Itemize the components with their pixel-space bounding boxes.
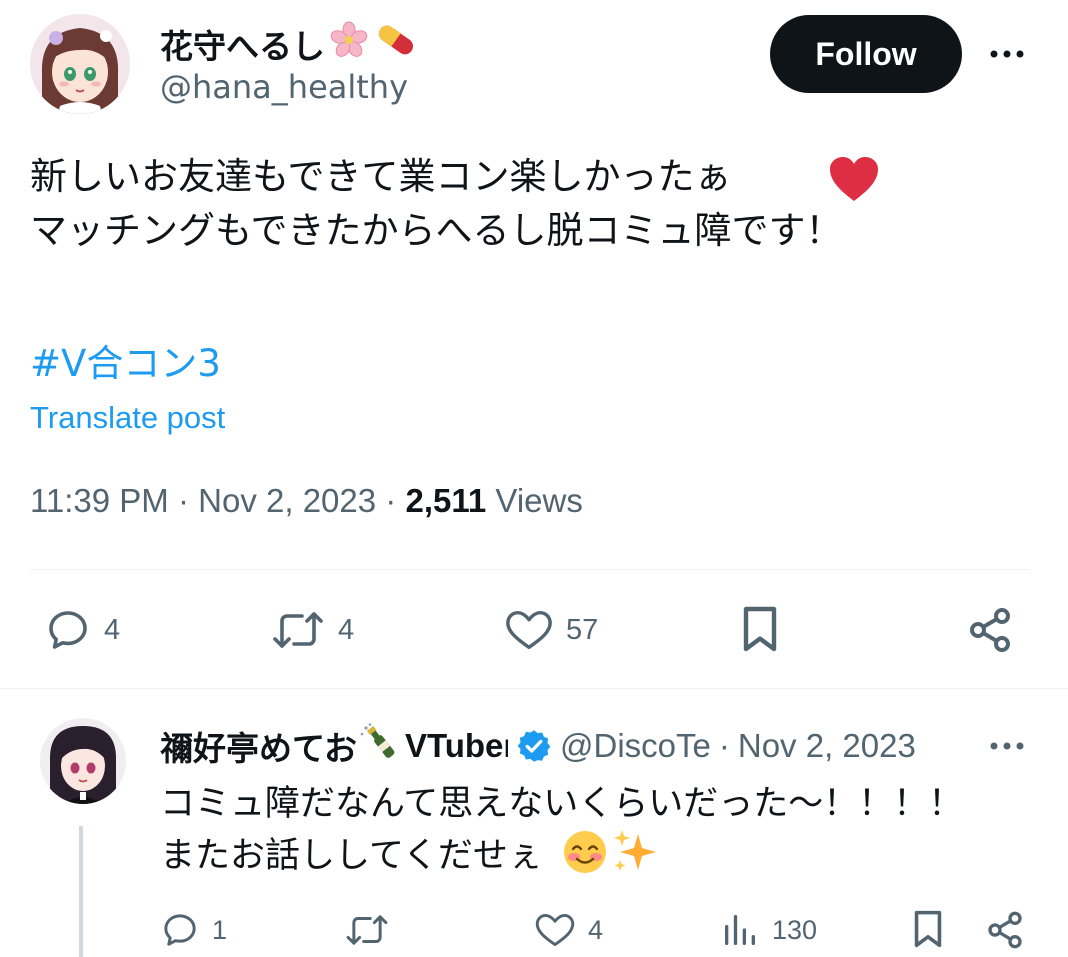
reply-count: 4 bbox=[104, 613, 121, 646]
reply-icon bbox=[44, 606, 92, 654]
repost-icon bbox=[344, 910, 390, 950]
divider bbox=[0, 688, 1068, 689]
reply-author-name-suffix: VTuber bbox=[405, 727, 508, 764]
pill-icon bbox=[373, 20, 419, 68]
tweet-text: 新しいお友達もできて業コン楽しかったぁ マッチングもできたからへるし脱コミュ障で… bbox=[30, 150, 1040, 258]
author-display-name[interactable]: 花守へるし bbox=[160, 20, 419, 68]
bookmark-button[interactable] bbox=[738, 604, 782, 654]
author-name-text: 花守へるし bbox=[160, 27, 325, 66]
reply-like-button[interactable]: 4 bbox=[534, 910, 603, 950]
views-label: Views bbox=[495, 482, 583, 519]
sparkles-icon bbox=[612, 828, 658, 878]
reply-reply-button[interactable]: 1 bbox=[160, 910, 227, 950]
champagne-icon bbox=[359, 722, 403, 770]
verified-badge-icon bbox=[516, 728, 552, 764]
views-count: 2,511 bbox=[405, 482, 487, 519]
heart-icon bbox=[504, 606, 554, 654]
tweet-date[interactable]: Nov 2, 2023 bbox=[198, 482, 376, 519]
divider bbox=[30, 569, 1030, 570]
meta-separator: · bbox=[385, 482, 406, 519]
repost-count: 4 bbox=[338, 613, 355, 646]
author-handle[interactable]: @hana_healthy bbox=[160, 68, 408, 106]
reply-icon bbox=[160, 910, 200, 950]
reply-bookmark-button[interactable] bbox=[910, 908, 946, 950]
reply-author-handle[interactable]: @DiscoTe bbox=[560, 727, 711, 765]
bookmark-icon bbox=[738, 604, 782, 654]
meta-separator: · bbox=[177, 482, 199, 519]
reply-author-name-text: 禰好亭めてお bbox=[160, 729, 358, 768]
reply-author-avatar[interactable] bbox=[40, 718, 126, 804]
tweet-meta: 11:39 PM · Nov 2, 2023 · 2,511 Views bbox=[30, 482, 583, 520]
meta-separator: · bbox=[718, 727, 730, 764]
author-avatar[interactable] bbox=[30, 14, 130, 114]
reply-reply-count: 1 bbox=[212, 914, 228, 945]
heart-icon bbox=[534, 910, 576, 950]
share-button[interactable] bbox=[966, 606, 1014, 654]
reply-like-count: 4 bbox=[588, 914, 604, 945]
views-bar-chart-icon bbox=[720, 910, 760, 950]
reply-date[interactable]: Nov 2, 2023 bbox=[738, 727, 916, 765]
reply-repost-button[interactable] bbox=[344, 910, 402, 950]
reply-views-button[interactable]: 130 bbox=[720, 910, 817, 950]
reply-author-display-name[interactable]: 禰好亭めてお VTuber bbox=[160, 722, 508, 770]
heart-emoji-icon bbox=[828, 155, 880, 207]
tweet-time[interactable]: 11:39 PM bbox=[30, 482, 169, 519]
like-button[interactable]: 57 bbox=[504, 606, 598, 654]
smiling-face-icon bbox=[562, 829, 608, 879]
reply-button[interactable]: 4 bbox=[44, 606, 120, 654]
reply-views-count: 130 bbox=[772, 914, 818, 945]
repost-icon bbox=[270, 606, 326, 654]
translate-post-link[interactable]: Translate post bbox=[30, 400, 225, 436]
tweet-text-body: 新しいお友達もできて業コン楽しかったぁ マッチングもできたからへるし脱コミュ障で… bbox=[30, 155, 843, 252]
bookmark-icon bbox=[910, 908, 946, 950]
reply-header: 禰好亭めてお VTuber @DiscoTe · Nov 2, 2023 bbox=[160, 722, 1040, 770]
cherry-blossom-icon bbox=[329, 20, 369, 68]
reply-share-button[interactable] bbox=[985, 910, 1025, 950]
share-icon bbox=[985, 910, 1025, 950]
share-icon bbox=[966, 606, 1014, 654]
like-count: 57 bbox=[566, 613, 599, 646]
follow-button[interactable]: Follow bbox=[770, 15, 962, 93]
hashtag-link[interactable]: #V合コン3 bbox=[30, 333, 221, 387]
reply-more-options-icon[interactable] bbox=[985, 726, 1029, 766]
more-options-icon[interactable] bbox=[985, 34, 1029, 74]
thread-line bbox=[79, 826, 83, 957]
repost-button[interactable]: 4 bbox=[270, 606, 354, 654]
